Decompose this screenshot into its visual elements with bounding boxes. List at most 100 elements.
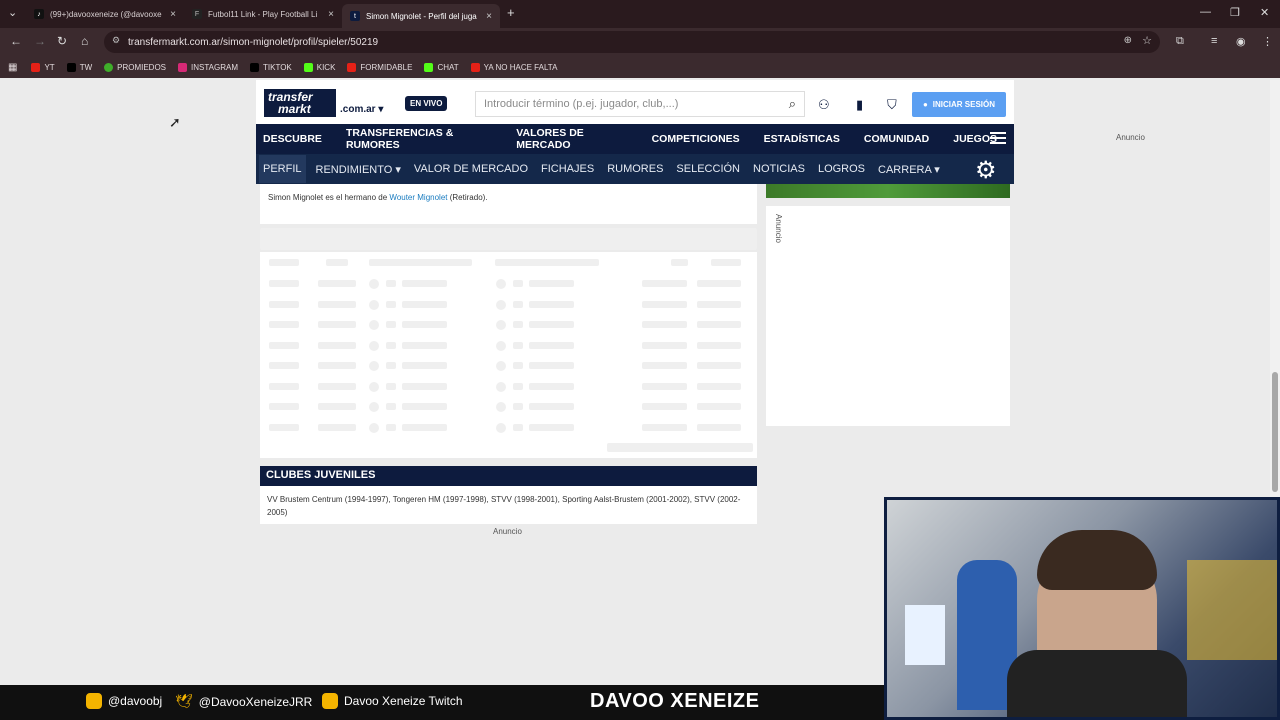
tab-3[interactable]: t Simon Mignolet - Perfil del juga ×: [342, 4, 500, 28]
bookmark-ya-no-hace-falta[interactable]: YA NO HACE FALTA: [470, 62, 557, 72]
login-button[interactable]: ● INICIAR SESIÓN: [912, 92, 1006, 117]
skeleton-bar: [513, 280, 523, 287]
close-window-icon[interactable]: ✕: [1260, 6, 1269, 19]
tab-rendimiento[interactable]: RENDIMIENTO ▾: [313, 163, 404, 176]
minimize-icon[interactable]: —: [1200, 6, 1211, 18]
profile-icon[interactable]: ◉: [1236, 35, 1246, 48]
transfermarkt-logo[interactable]: transfer markt: [264, 89, 336, 117]
reload-icon[interactable]: ↻: [57, 34, 67, 48]
ball-icon: [104, 62, 114, 72]
sibling-notice-card: Simon Mignolet es el hermano de Wouter M…: [260, 184, 757, 224]
bookmark-instagram[interactable]: INSTAGRAM: [178, 62, 238, 72]
skeleton-bar: [513, 300, 523, 308]
forward-icon[interactable]: →: [34, 34, 46, 48]
star-icon[interactable]: ☆: [1142, 34, 1152, 47]
bookmark-formidable[interactable]: FORMIDABLE: [347, 62, 413, 72]
tab-carrera[interactable]: CARRERA ▾: [875, 163, 943, 176]
tab-rumores[interactable]: RUMORES: [604, 163, 666, 175]
skeleton-bar: [269, 280, 299, 287]
x-icon: [66, 62, 76, 72]
overlay-instagram: @davoobj: [86, 693, 162, 709]
skeleton-bar: [386, 403, 396, 410]
tab-search-icon[interactable]: ⌄: [8, 6, 17, 19]
site-info-icon[interactable]: ⚙: [112, 35, 120, 46]
streamer-shirt: [1007, 650, 1187, 717]
search-placeholder: Introducir término (p.ej. jugador, club,…: [484, 98, 679, 110]
bookmark-label: KICK: [316, 62, 336, 72]
zoom-icon[interactable]: ⊕: [1124, 35, 1132, 46]
home-icon[interactable]: ⌂: [81, 34, 88, 48]
user-search-icon[interactable]: ⚇: [818, 97, 830, 113]
bookmark-label: INSTAGRAM: [191, 62, 238, 72]
instagram-handle: @davoobj: [108, 694, 163, 708]
instagram-icon: [178, 62, 188, 72]
close-icon[interactable]: ×: [486, 11, 492, 22]
nav-juegos[interactable]: JUEGOS: [953, 133, 997, 145]
domain-selector[interactable]: .com.ar ▾: [340, 104, 383, 115]
back-icon[interactable]: ←: [10, 34, 22, 48]
nav-competiciones[interactable]: COMPETICIONES: [652, 133, 740, 145]
nav-transferencias[interactable]: TRANSFERENCIAS & RUMORES: [346, 127, 492, 151]
search-input[interactable]: Introducir término (p.ej. jugador, club,…: [475, 91, 805, 117]
hamburger-menu-icon[interactable]: [990, 132, 1006, 134]
shield-icon[interactable]: ⛉: [887, 97, 897, 113]
skeleton-bar: [269, 362, 299, 369]
skeleton-bar: [642, 341, 687, 349]
nav-valores[interactable]: VALORES DE MERCADO: [516, 127, 627, 151]
tab-title: Futbol11 Link - Play Football Li: [208, 9, 318, 19]
new-tab-icon[interactable]: +: [507, 5, 515, 20]
menu-icon[interactable]: ⋮: [1262, 35, 1273, 48]
bookmark-icon[interactable]: ▮: [856, 97, 863, 113]
bookmark-tiktok[interactable]: TIKTOK: [250, 62, 292, 72]
close-icon[interactable]: ×: [328, 9, 334, 20]
bookmark-yt[interactable]: YT: [31, 62, 55, 72]
search-icon[interactable]: ⌕: [789, 96, 796, 112]
skeleton-dot: [496, 422, 506, 433]
jersey-frame: [905, 605, 945, 665]
skeleton-bar: [642, 321, 687, 328]
settings-gear-icon[interactable]: ⚙: [975, 156, 997, 185]
nav-descubre[interactable]: DESCUBRE: [263, 133, 322, 145]
nav-comunidad[interactable]: COMUNIDAD: [864, 133, 929, 145]
skeleton-dot: [496, 279, 506, 289]
tab-noticias[interactable]: NOTICIAS: [750, 163, 808, 175]
close-icon[interactable]: ×: [170, 9, 176, 20]
tab-valor-de-mercado[interactable]: VALOR DE MERCADO: [411, 163, 531, 175]
bookmark-promiedos[interactable]: PROMIEDOS: [104, 62, 166, 72]
nav-estadisticas[interactable]: ESTADÍSTICAS: [764, 133, 840, 145]
streamer-brand: DAVOO XENEIZE: [590, 690, 760, 712]
bookmark-kick[interactable]: KICK: [303, 62, 336, 72]
url-text: transfermarkt.com.ar/simon-mignolet/prof…: [128, 36, 379, 48]
tab-2[interactable]: F Futbol11 Link - Play Football Li ×: [184, 4, 342, 24]
bookmark-label: FORMIDABLE: [360, 62, 413, 72]
address-bar[interactable]: ⚙ transfermarkt.com.ar/simon-mignolet/pr…: [104, 31, 1160, 53]
bookmarks-bar: ▦ YT TW PROMIEDOS INSTAGRAM TIKTOK KICK …: [0, 56, 1280, 78]
overlay-twitter: 🕊 @DavooXeneizeJRR: [175, 693, 312, 710]
scrollbar-thumb[interactable]: [1272, 372, 1278, 492]
skeleton-bar: [495, 259, 599, 266]
media-icon[interactable]: ≡: [1211, 35, 1217, 47]
tab-1[interactable]: ♪ (99+)davooxeneize (@davooxe ×: [26, 4, 184, 24]
apps-grid-icon[interactable]: ▦: [8, 62, 17, 73]
twitter-handle: @DavooXeneizeJRR: [198, 694, 313, 709]
bookmark-label: TIKTOK: [263, 62, 292, 72]
skeleton-dot: [369, 402, 379, 412]
tab-fichajes[interactable]: FICHAJES: [538, 163, 597, 175]
ad-banner-green[interactable]: [766, 184, 1010, 198]
skeleton-bar: [513, 321, 523, 328]
tab-logros[interactable]: LOGROS: [815, 163, 868, 175]
live-button[interactable]: EN VIVO: [405, 96, 448, 111]
bookmark-tw[interactable]: TW: [66, 62, 92, 72]
sibling-link[interactable]: Wouter Mignolet: [389, 193, 447, 202]
restore-icon[interactable]: ❐: [1230, 6, 1240, 19]
extensions-icon[interactable]: ⧉: [1176, 35, 1184, 48]
skeleton-bar: [513, 382, 523, 390]
tab-seleccion[interactable]: SELECCIÓN: [673, 163, 743, 175]
skeleton-bar: [402, 362, 447, 369]
tab-perfil[interactable]: PERFIL: [259, 155, 306, 183]
skeleton-bar: [697, 280, 741, 287]
skeleton-bar: [269, 382, 299, 390]
bookmark-chat[interactable]: CHAT: [424, 62, 459, 72]
ad-box[interactable]: Anuncio: [766, 206, 1010, 426]
ad-label-vertical: Anuncio: [773, 214, 783, 243]
